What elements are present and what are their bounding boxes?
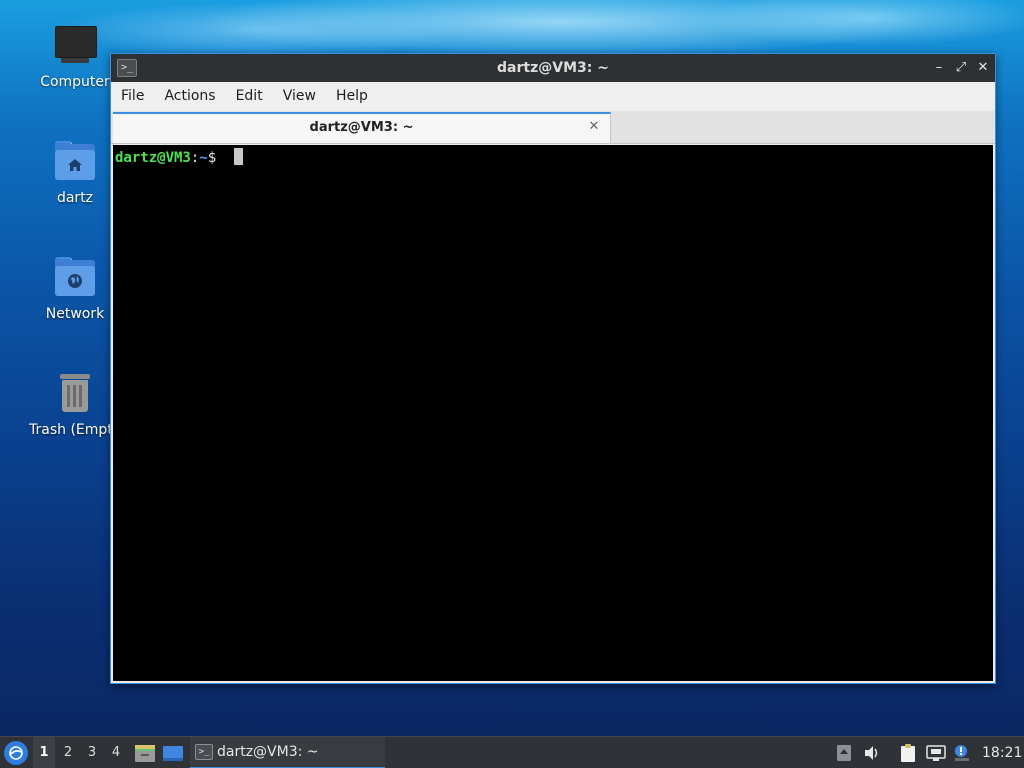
update-notifier-icon[interactable] (952, 743, 972, 763)
network-connection-icon[interactable] (926, 743, 946, 763)
desktop-icon-label: Trash (Empty) (29, 422, 121, 438)
home-folder-icon (53, 140, 97, 184)
menu-view[interactable]: View (273, 82, 326, 111)
menu-bar: File Actions Edit View Help (111, 82, 995, 111)
menu-actions[interactable]: Actions (154, 82, 225, 111)
clipboard-icon[interactable] (898, 743, 918, 763)
workspace-1[interactable]: 1 (33, 737, 55, 768)
close-button[interactable]: ✕ (975, 60, 991, 76)
minimize-button[interactable]: – (931, 60, 947, 76)
taskbar: 1 2 3 4 >_ dartz@VM3: ~ 18:21 (0, 736, 1024, 768)
terminal-icon: >_ (195, 744, 213, 760)
text-cursor (233, 148, 243, 165)
prompt-symbol: $ (207, 150, 225, 166)
prompt-path: ~ (199, 150, 208, 166)
volume-icon[interactable] (862, 743, 882, 763)
clock[interactable]: 18:21 (982, 737, 1022, 768)
taskbar-item-label: dartz@VM3: ~ (217, 744, 319, 760)
prompt-line: dartz@VM3:~$ (115, 148, 243, 167)
trash-icon (53, 372, 97, 416)
file-manager-launcher-icon[interactable] (134, 743, 156, 763)
desktop-icon-label: Network (45, 306, 105, 322)
tray-arrow-icon[interactable] (834, 743, 854, 763)
taskbar-item-terminal[interactable]: >_ dartz@VM3: ~ (190, 737, 385, 768)
desktop-icon-label: Computer (40, 74, 110, 90)
menu-help[interactable]: Help (326, 82, 378, 111)
terminal-window: >_ dartz@VM3: ~ – ⤢ ✕ File Actions Edit … (110, 53, 996, 684)
menu-file[interactable]: File (111, 82, 154, 111)
tab-close-icon[interactable]: ✕ (586, 119, 602, 135)
tab-bar: dartz@VM3: ~ ✕ (111, 111, 995, 144)
show-desktop-icon[interactable] (162, 743, 184, 763)
start-menu-button[interactable] (4, 741, 28, 765)
workspace-3[interactable]: 3 (81, 737, 103, 768)
workspace-4[interactable]: 4 (105, 737, 127, 768)
tab-label: dartz@VM3: ~ (309, 120, 414, 135)
lubuntu-logo-icon (9, 746, 23, 760)
desktop-icon-label: dartz (56, 190, 94, 206)
terminal-area[interactable]: dartz@VM3:~$ (113, 145, 993, 681)
workspace-2[interactable]: 2 (57, 737, 79, 768)
prompt-user-host: dartz@VM3 (115, 150, 191, 166)
window-titlebar[interactable]: >_ dartz@VM3: ~ – ⤢ ✕ (111, 54, 995, 82)
network-folder-icon (53, 256, 97, 300)
computer-icon (53, 24, 97, 68)
tab-terminal[interactable]: dartz@VM3: ~ ✕ (113, 112, 611, 143)
window-title: dartz@VM3: ~ (497, 60, 609, 76)
maximize-button[interactable]: ⤢ (953, 60, 969, 76)
menu-edit[interactable]: Edit (226, 82, 273, 111)
